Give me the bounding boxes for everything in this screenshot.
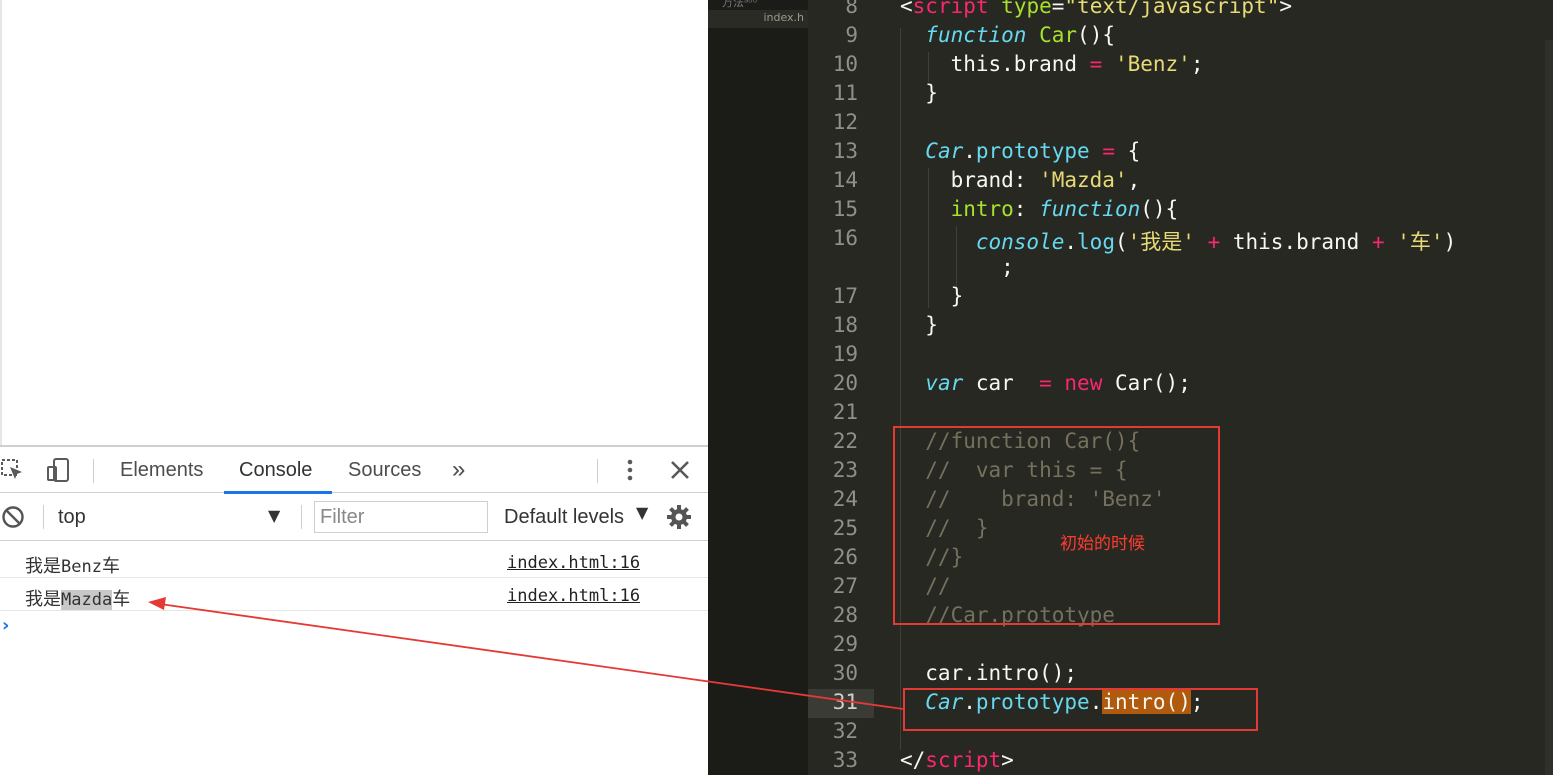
- line-number: 11: [832, 81, 858, 105]
- tab-sources[interactable]: Sources: [348, 459, 421, 482]
- line-number: 17: [832, 284, 858, 308]
- kebab-menu-icon[interactable]: [620, 457, 646, 483]
- sidebar-file-label: index.h: [763, 11, 804, 24]
- code-line: Car.prototype = {: [925, 139, 1141, 163]
- log-value: Mazda: [61, 590, 113, 610]
- log-levels-dropdown[interactable]: Default levels: [504, 506, 624, 529]
- editor-scrollbar[interactable]: [1545, 40, 1553, 775]
- line-number: 12: [832, 110, 858, 134]
- line-number: 23: [832, 458, 858, 482]
- code-line: </script>: [900, 748, 1014, 772]
- toolbar-divider: [43, 505, 44, 529]
- code-line: ;: [900, 255, 1014, 279]
- devtools-toolbar: Elements Console Sources »: [0, 445, 708, 494]
- line-number: 21: [832, 400, 858, 424]
- line-number: 9: [845, 23, 858, 47]
- code-line: var car = new Car();: [925, 371, 1191, 395]
- line-number: 33: [832, 748, 858, 772]
- console-prompt-icon[interactable]: ›: [2, 615, 9, 636]
- gear-icon[interactable]: [666, 504, 692, 530]
- clear-console-icon[interactable]: [1, 505, 27, 531]
- code-line: }: [900, 284, 964, 308]
- sidebar-folder-label[interactable]: 万法ᵃᵒᵒ: [722, 0, 757, 10]
- line-number: 14: [832, 168, 858, 192]
- code-area[interactable]: <script type="text/javascript"> function…: [874, 0, 1553, 775]
- toolbar-divider: [301, 505, 302, 529]
- line-number: 31: [832, 690, 858, 714]
- line-number: 27: [832, 574, 858, 598]
- tab-elements[interactable]: Elements: [120, 459, 203, 482]
- log-prefix: 我是: [25, 556, 61, 576]
- close-icon[interactable]: [668, 457, 694, 483]
- sidebar-file-item[interactable]: index.h: [708, 10, 808, 28]
- line-number: 10: [832, 52, 858, 76]
- code-line: console.log('我是' + this.brand + '车'): [975, 230, 1457, 254]
- log-value: Benz: [61, 557, 102, 577]
- inspect-element-icon[interactable]: [0, 457, 26, 483]
- toolbar-divider: [597, 459, 598, 483]
- line-number-gutter: 8 9 10 11 12 13 14 15 16 17 18 19 20 21 22 23 24 25 26 27 28…: [808, 0, 874, 775]
- line-number: 28: [832, 603, 858, 627]
- console-log-row: 我是Mazda车 index.html:16: [0, 578, 708, 611]
- file-sidebar: 万法ᵃᵒᵒ index.h: [708, 0, 808, 775]
- line-number: 15: [832, 197, 858, 221]
- line-number: 25: [832, 516, 858, 540]
- filter-input[interactable]: [314, 501, 488, 533]
- log-suffix: 车: [101, 556, 120, 576]
- code-line: this.brand = 'Benz';: [900, 52, 1204, 76]
- line-number: 24: [832, 487, 858, 511]
- line-number: 8: [845, 0, 858, 18]
- code-editor: 万法ᵃᵒᵒ index.h 8 9 10 11 12 13 14 15 16 17 18 19 20 21…: [708, 0, 1553, 775]
- line-number: 32: [832, 719, 858, 743]
- log-message: 我是Mazda车: [25, 585, 130, 611]
- browser-pane: Elements Console Sources » top ▼ Default…: [0, 0, 708, 775]
- code-line: intro: function(){: [950, 197, 1179, 221]
- chevron-down-icon[interactable]: ▼: [268, 506, 280, 525]
- code-line: function Car(){: [925, 23, 1115, 47]
- annotation-box-call: [903, 688, 1258, 731]
- line-number: 19: [832, 342, 858, 366]
- code-line: }: [900, 81, 938, 105]
- devtools-panel: Elements Console Sources » top ▼ Default…: [0, 445, 708, 775]
- code-line: brand: 'Mazda',: [900, 168, 1141, 192]
- annotation-note: 初始的时候: [1060, 534, 1145, 554]
- log-source-link[interactable]: index.html:16: [507, 553, 640, 573]
- code-line: <script type="text/javascript">: [900, 0, 1292, 18]
- more-tabs-icon[interactable]: »: [452, 456, 465, 484]
- tab-console[interactable]: Console: [239, 459, 312, 482]
- log-prefix: 我是: [25, 589, 61, 609]
- annotation-box-comment: [893, 426, 1220, 625]
- line-number: 20: [832, 371, 858, 395]
- line-number: 16: [832, 226, 858, 250]
- device-toolbar-icon[interactable]: [46, 457, 72, 483]
- toolbar-divider: [93, 459, 94, 483]
- line-number: 29: [832, 632, 858, 656]
- page-viewport: [0, 0, 708, 445]
- console-filter-bar: top ▼ Default levels ▼: [0, 493, 708, 541]
- log-source-link[interactable]: index.html:16: [507, 586, 640, 606]
- chevron-down-icon[interactable]: ▼: [636, 503, 648, 522]
- line-number: 18: [832, 313, 858, 337]
- line-number: 13: [832, 139, 858, 163]
- console-log-row: 我是Benz车 index.html:16: [0, 545, 708, 578]
- line-number: 22: [832, 429, 858, 453]
- code-line: car.intro();: [900, 661, 1078, 685]
- line-number: 26: [832, 545, 858, 569]
- context-selector[interactable]: top: [58, 506, 288, 532]
- log-message: 我是Benz车: [25, 552, 120, 578]
- code-line: }: [900, 313, 938, 337]
- log-suffix: 车: [112, 589, 131, 609]
- line-number: 30: [832, 661, 858, 685]
